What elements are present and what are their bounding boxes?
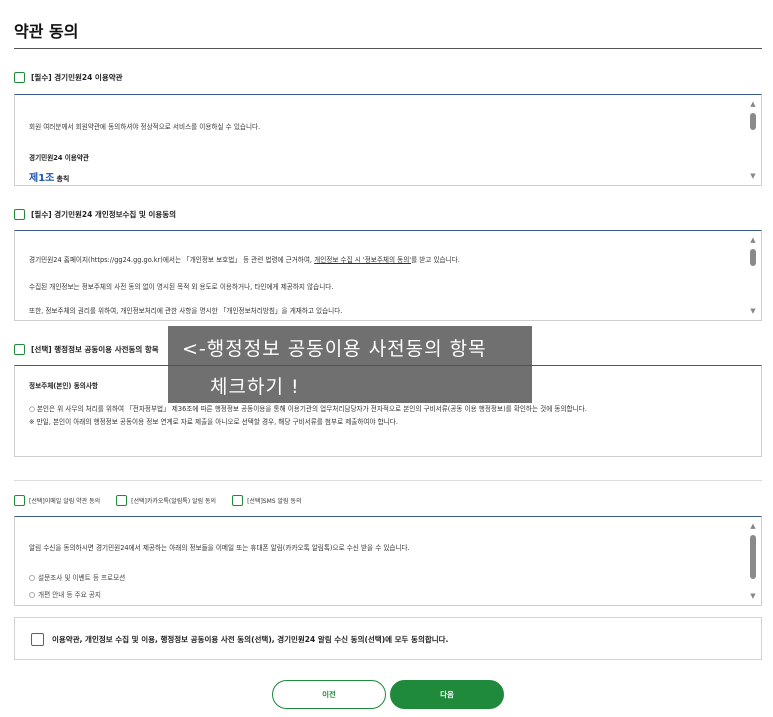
annotation-line-2: 체크하기 !	[210, 376, 300, 398]
scroll-down-icon[interactable]: ▼	[748, 307, 758, 315]
agree-all-checkbox[interactable]	[31, 633, 44, 646]
annotation-overlay: <-행정정보 공동이용 사전동의 항목 체크하기 !	[168, 326, 532, 403]
privacy-line-1: 경기민원24 홈페이지(https://gg24.gg.go.kr)에서는 「개…	[29, 254, 460, 264]
privacy-label: [필수] 경기민원24 개인정보수집 및 이용동의	[31, 210, 177, 219]
email-option-checkbox[interactable]	[14, 495, 25, 506]
privacy-scrollbar[interactable]: ▲ ▼	[747, 233, 759, 318]
next-button[interactable]: 다음	[390, 680, 504, 709]
terms-article: 제1조 총칙	[29, 169, 69, 184]
notification-scrollbar[interactable]: ▲ ▼	[747, 519, 759, 603]
scroll-thumb[interactable]	[750, 535, 756, 579]
scroll-down-icon[interactable]: ▼	[748, 172, 758, 180]
scroll-down-icon[interactable]: ▼	[748, 592, 758, 600]
kakao-option-checkbox[interactable]	[116, 495, 128, 506]
annotation-line-1: <-행정정보 공동이용 사전동의 항목	[182, 338, 487, 360]
title-divider	[14, 48, 762, 49]
kakao-option-label: [선택]카카오톡(알림톡) 알림 동의	[131, 498, 217, 505]
notification-item-label: 설문조사 및 이벤트 등 프로모션	[38, 574, 126, 582]
bullet-icon	[29, 575, 35, 581]
terms-checkbox[interactable]	[14, 72, 25, 83]
agree-row-admin-info: [선택] 행정정보 공동이용 사전동의 항목	[14, 344, 159, 355]
privacy-line-2: 수집된 개인정보는 정보주체의 사전 동의 없이 명시된 목적 외 용도로 이용…	[29, 283, 334, 291]
admin-info-checkbox[interactable]	[14, 344, 25, 355]
scroll-up-icon[interactable]: ▲	[748, 522, 758, 530]
article-title: 총칙	[56, 175, 70, 183]
sms-option-label: [선택]SMS 알림 동의	[247, 498, 302, 505]
section-divider	[14, 480, 762, 481]
privacy-checkbox[interactable]	[14, 209, 25, 220]
notification-content-box[interactable]: 알림 수신을 동의하시면 경기민원24에서 제공하는 아래의 정보들을 이메일 …	[14, 516, 762, 606]
notification-item: 설문조사 및 이벤트 등 프로모션	[29, 572, 125, 582]
terms-label: [필수] 경기민원24 이용약관	[31, 73, 123, 82]
admin-info-label: [선택] 행정정보 공동이용 사전동의 항목	[31, 345, 159, 354]
terms-content-box[interactable]: 회원 여러분께서 회원약관에 동의하셔야 정상적으로 서비스를 이용하실 수 있…	[14, 94, 762, 186]
notification-intro: 알림 수신을 동의하시면 경기민원24에서 제공하는 아래의 정보들을 이메일 …	[29, 544, 410, 552]
email-option-label: [선택]이메일 알림 약관 동의	[29, 498, 101, 505]
scroll-up-icon[interactable]: ▲	[748, 236, 758, 244]
agree-all-row: 이용약관, 개인정보 수집 및 이용, 행정정보 공동이용 사전 동의(선택),…	[31, 633, 448, 646]
agree-all-label: 이용약관, 개인정보 수집 및 이용, 행정정보 공동이용 사전 동의(선택),…	[52, 635, 449, 644]
sms-option-checkbox[interactable]	[232, 495, 244, 506]
agree-row-privacy: [필수] 경기민원24 개인정보수집 및 이용동의	[14, 209, 176, 220]
agree-row-terms: [필수] 경기민원24 이용약관	[14, 72, 123, 83]
admin-info-line-1: ○ 본인은 위 사무의 처리를 위하여 「전자정부법」 제36조에 따른 행정정…	[29, 405, 587, 413]
admin-info-line-2: ※ 만일, 본인이 아래의 행정정보 공동이용 정보 연계로 자료 제출을 아니…	[29, 418, 398, 426]
notification-options: [선택]이메일 알림 약관 동의 [선택]카카오톡(알림톡) 알림 동의 [선택…	[14, 495, 302, 506]
page-title: 약관 동의	[14, 22, 79, 41]
scroll-thumb[interactable]	[750, 249, 756, 266]
notification-item-label: 개편 안내 등 주요 공지	[38, 591, 101, 599]
bullet-icon	[29, 592, 35, 598]
privacy-line-1-end: 를 받고 있습니다.	[411, 256, 460, 264]
privacy-content-box[interactable]: 경기민원24 홈페이지(https://gg24.gg.go.kr)에서는 「개…	[14, 230, 762, 321]
terms-intro: 회원 여러분께서 회원약관에 동의하셔야 정상적으로 서비스를 이용하실 수 있…	[29, 123, 261, 131]
privacy-line-1-text: 경기민원24 홈페이지(https://gg24.gg.go.kr)에서는 「개…	[29, 256, 315, 264]
agree-all-box: 이용약관, 개인정보 수집 및 이용, 행정정보 공동이용 사전 동의(선택),…	[14, 617, 762, 660]
scroll-thumb[interactable]	[750, 113, 756, 130]
privacy-consent-link: 개인정보 수집 시 '정보주체의 동의'	[314, 256, 412, 264]
article-number: 제1조	[29, 173, 55, 184]
terms-scrollbar[interactable]: ▲ ▼	[747, 97, 759, 183]
terms-heading: 경기민원24 이용약관	[29, 154, 90, 162]
privacy-line-3: 또한, 정보주체의 권리를 위하여, 개인정보처리에 관한 사항을 명시한 「개…	[29, 307, 343, 315]
scroll-up-icon[interactable]: ▲	[748, 100, 758, 108]
prev-button[interactable]: 이전	[272, 680, 386, 709]
notification-item: 개편 안내 등 주요 공지	[29, 589, 101, 599]
admin-info-heading: 정보주체(본인) 동의사항	[29, 382, 98, 390]
